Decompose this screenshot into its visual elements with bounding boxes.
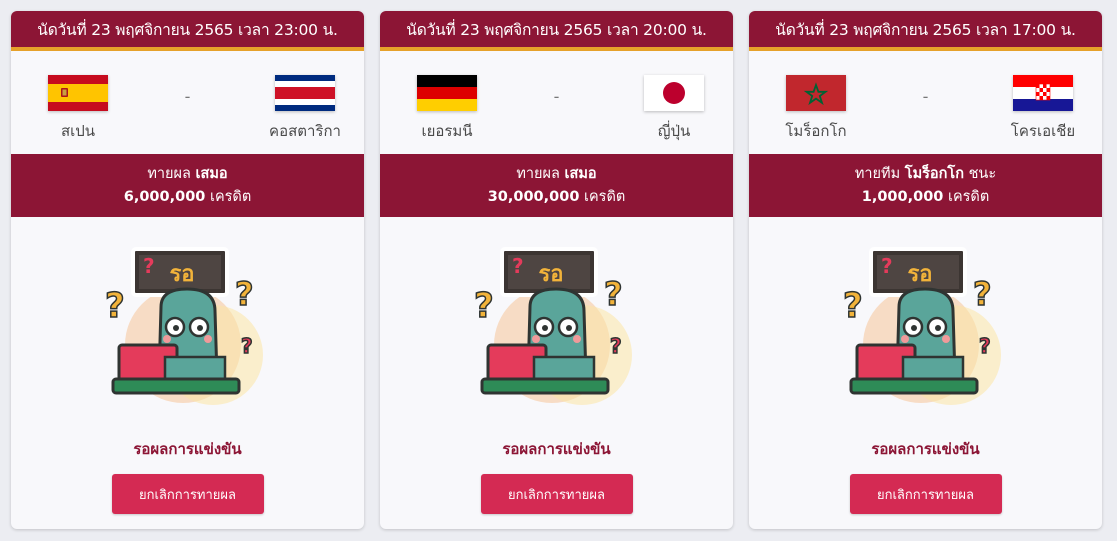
status-text: รอผลการแข่งขัน	[133, 440, 242, 458]
bet-pick: เสมอ	[195, 166, 228, 183]
bet-unit: เครดิต	[209, 188, 252, 205]
svg-text:?: ?	[474, 286, 494, 326]
bet-amount-line: 6,000,000 เครดิต	[124, 186, 252, 208]
bet-summary: ทายทีม โมร็อกโก ชนะ 1,000,000 เครดิต	[749, 154, 1102, 217]
away-team-name: คอสตาริกา	[269, 122, 341, 140]
bet-prefix: ทายทีม	[854, 166, 901, 183]
away-team: คอสตาริกา	[250, 75, 360, 143]
home-team: สเปน	[23, 75, 133, 143]
teams-row: เยอรมนี - ญี่ปุ่น	[380, 51, 733, 154]
prediction-card: นัดวันที่ 23 พฤศจิกายน 2565 เวลา 17:00 น…	[749, 11, 1102, 529]
bet-unit: เครดิต	[947, 188, 990, 205]
waiting-mascot-illustration: รอ ? ? ? ?	[473, 247, 632, 405]
vs-separator: -	[922, 87, 929, 106]
away-team: ญี่ปุ่น	[619, 75, 729, 143]
teams-row: สเปน - คอสตาริกา	[11, 51, 364, 154]
bet-pick-line: ทายผล เสมอ	[147, 163, 227, 185]
home-team-name: เยอรมนี	[421, 122, 473, 140]
cancel-prediction-button[interactable]: ยกเลิกการทายผล	[849, 474, 1002, 514]
spain-flag-icon	[48, 75, 108, 111]
status-text: รอผลการแข่งขัน	[871, 440, 980, 458]
svg-text:?: ?	[235, 275, 254, 313]
bet-prefix: ทายผล	[516, 166, 560, 183]
bet-pick-line: ทายทีม โมร็อกโก ชนะ	[855, 163, 996, 185]
vs-separator: -	[553, 87, 560, 106]
bet-summary: ทายผล เสมอ 30,000,000 เครดิต	[380, 154, 733, 217]
cancel-prediction-button[interactable]: ยกเลิกการทายผล	[111, 474, 264, 514]
svg-text:?: ?	[105, 286, 125, 326]
cancel-prediction-button[interactable]: ยกเลิกการทายผล	[480, 474, 633, 514]
match-date-header: นัดวันที่ 23 พฤศจิกายน 2565 เวลา 17:00 น…	[749, 11, 1102, 51]
svg-text:?: ?	[241, 334, 253, 358]
match-date-header: นัดวันที่ 23 พฤศจิกายน 2565 เวลา 23:00 น…	[11, 11, 364, 51]
away-team-name: ญี่ปุ่น	[657, 122, 691, 140]
sign-text: รอ	[169, 262, 194, 287]
bet-amount-line: 1,000,000 เครดิต	[862, 186, 990, 208]
bet-amount: 30,000,000	[487, 188, 580, 205]
status-text: รอผลการแข่งขัน	[502, 440, 611, 458]
bet-amount-line: 30,000,000 เครดิต	[488, 186, 626, 208]
svg-text:?: ?	[604, 275, 623, 313]
waiting-mascot-illustration: รอ ? ? ? ?	[104, 247, 263, 405]
morocco-flag-icon	[786, 75, 846, 111]
costa-rica-flag-icon	[275, 75, 335, 111]
croatia-flag-icon	[1013, 75, 1073, 111]
away-team-name: โครเอเชีย	[1010, 122, 1076, 140]
prediction-card: นัดวันที่ 23 พฤศจิกายน 2565 เวลา 20:00 น…	[380, 11, 733, 529]
sign-text: รอ	[907, 262, 932, 287]
germany-flag-icon	[417, 75, 477, 111]
svg-text:?: ?	[512, 254, 524, 278]
bet-amount: 6,000,000	[123, 188, 206, 205]
home-team-name: สเปน	[60, 122, 96, 140]
svg-text:?: ?	[143, 254, 155, 278]
bet-summary: ทายผล เสมอ 6,000,000 เครดิต	[11, 154, 364, 217]
bet-amount: 1,000,000	[861, 188, 944, 205]
home-team: เยอรมนี	[392, 75, 502, 143]
japan-flag-icon	[644, 75, 704, 111]
svg-text:?: ?	[843, 286, 863, 326]
bet-pick: โมร็อกโก	[904, 166, 964, 183]
prediction-card: นัดวันที่ 23 พฤศจิกายน 2565 เวลา 23:00 น…	[11, 11, 364, 529]
match-date-header: นัดวันที่ 23 พฤศจิกายน 2565 เวลา 20:00 น…	[380, 11, 733, 51]
vs-separator: -	[184, 87, 191, 106]
svg-text:?: ?	[881, 254, 893, 278]
svg-text:?: ?	[973, 275, 992, 313]
bet-pick-line: ทายผล เสมอ	[516, 163, 596, 185]
waiting-mascot-illustration: รอ ? ? ? ?	[842, 247, 1001, 405]
svg-text:?: ?	[610, 334, 622, 358]
teams-row: โมร็อกโก - โครเอเชีย	[749, 51, 1102, 154]
bet-pick: เสมอ	[564, 166, 597, 183]
svg-text:?: ?	[979, 334, 991, 358]
home-team-name: โมร็อกโก	[785, 122, 847, 140]
away-team: โครเอเชีย	[988, 75, 1098, 143]
bet-suffix: ชนะ	[968, 166, 997, 183]
bet-unit: เครดิต	[584, 188, 626, 205]
sign-text: รอ	[538, 262, 563, 287]
bet-prefix: ทายผล	[147, 166, 191, 183]
prediction-card-list: นัดวันที่ 23 พฤศจิกายน 2565 เวลา 23:00 น…	[11, 11, 1102, 529]
home-team: โมร็อกโก	[761, 75, 871, 143]
